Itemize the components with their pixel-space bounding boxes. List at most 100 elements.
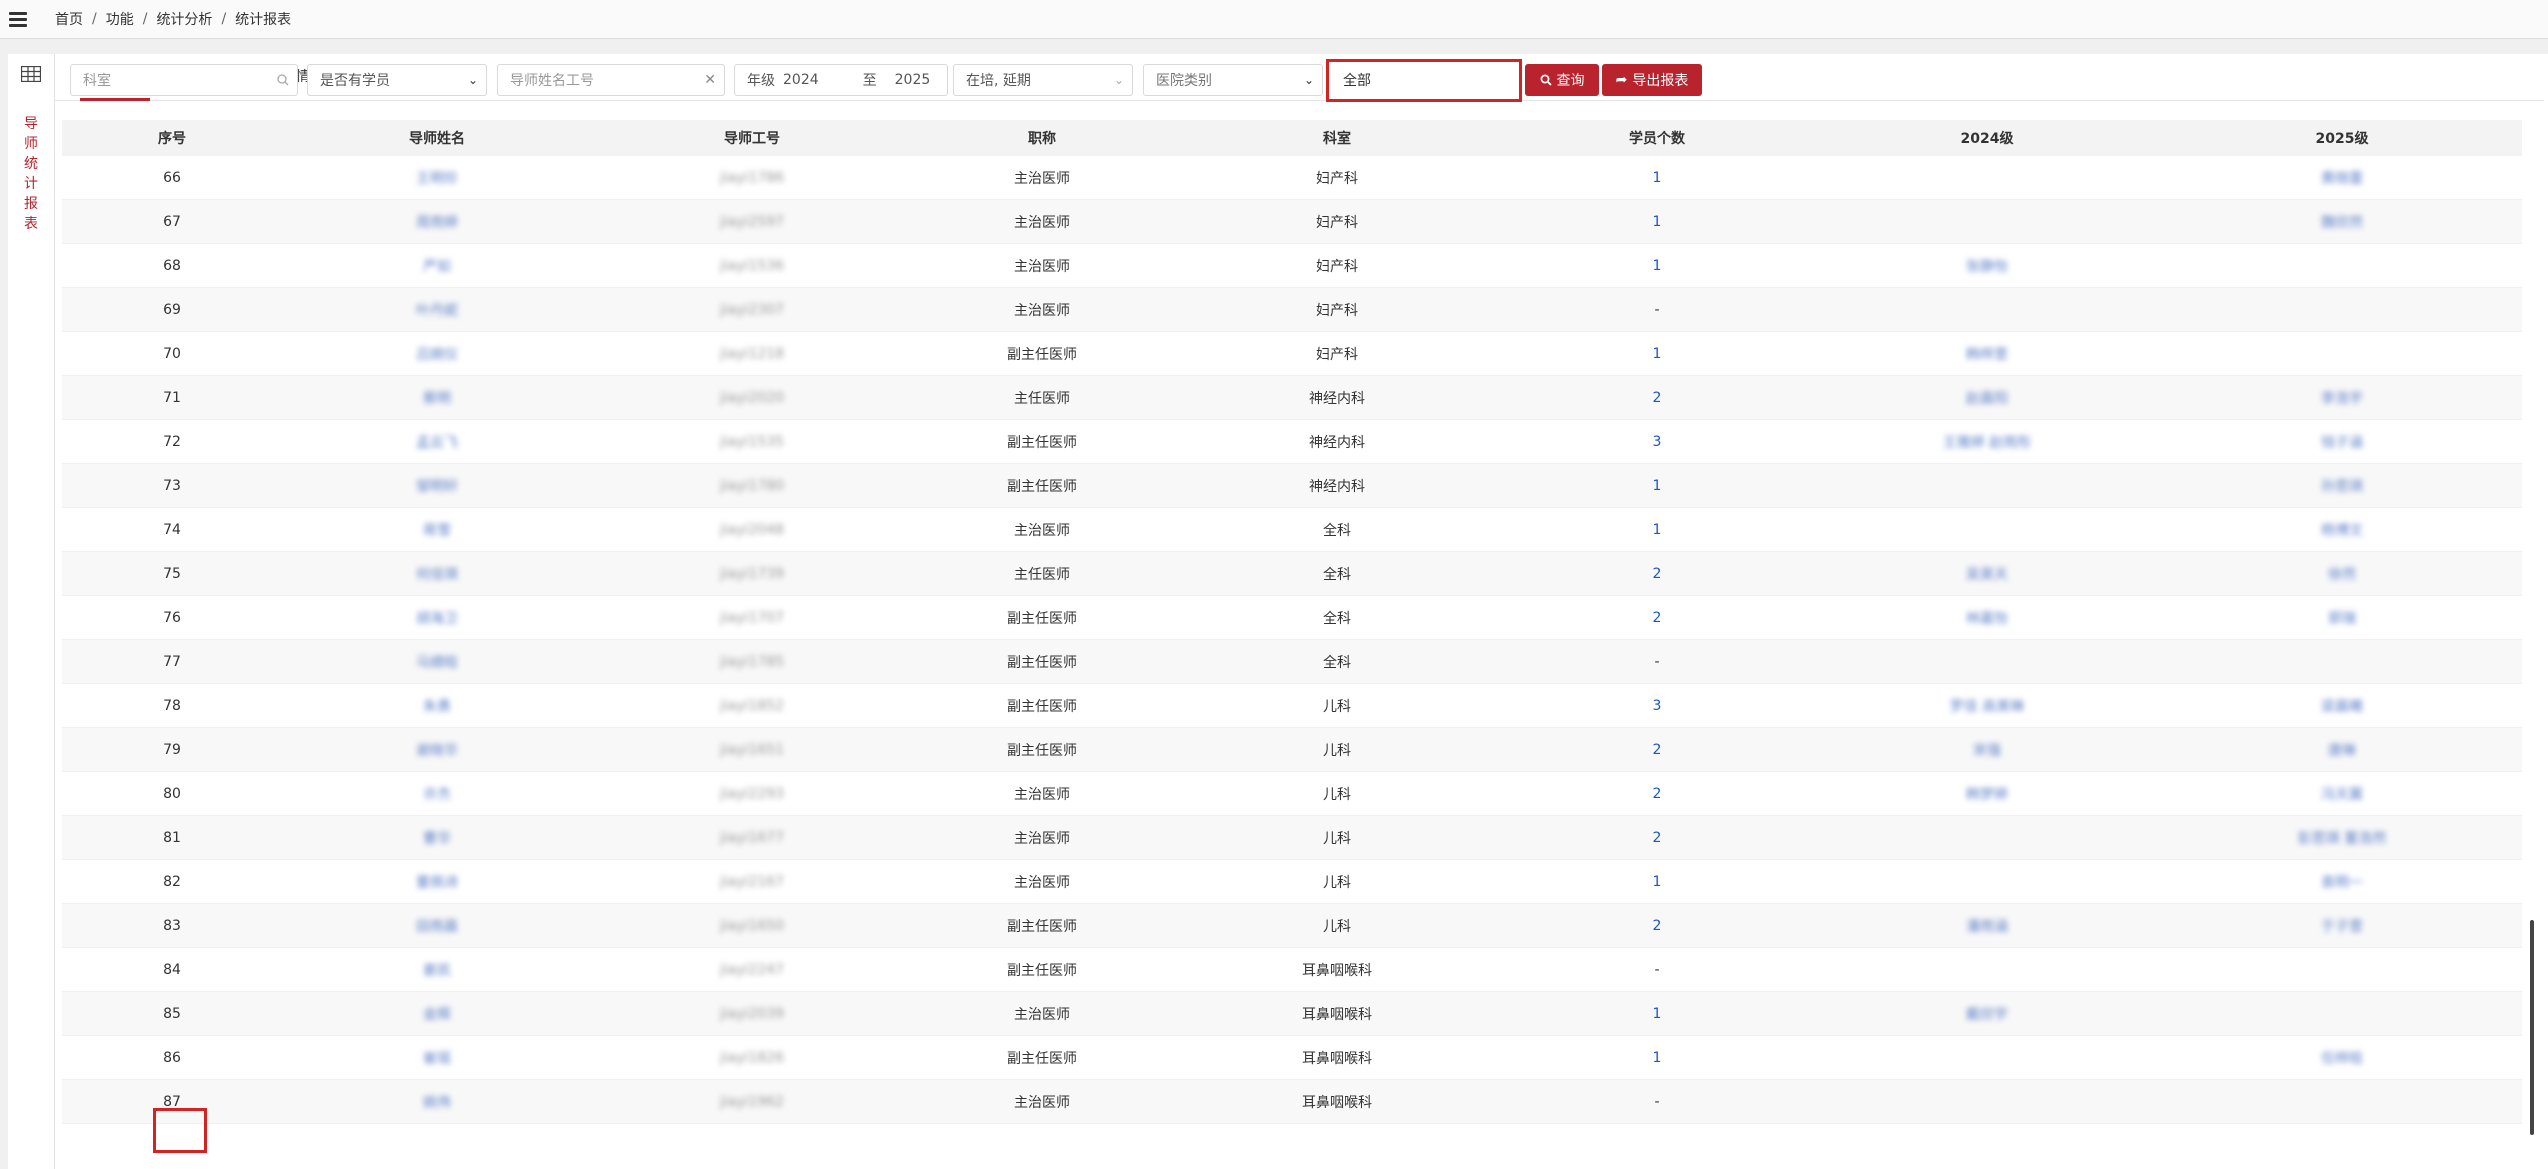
department-cell-text: 妇产科	[1316, 302, 1358, 319]
grade-2024-cell-text[interactable]: 张静怡	[1966, 259, 2008, 275]
grade-2024-cell-text[interactable]: 罗佳 高美琳	[1950, 699, 2024, 715]
tutor-name-cell: 严如	[282, 243, 592, 288]
tutor-name-cell-text[interactable]: 谢晓华	[416, 743, 458, 759]
grade-2025-cell-text[interactable]: 梁晨曦	[2321, 699, 2363, 715]
breadcrumb-home[interactable]: 首页	[55, 9, 83, 29]
tutor-name-cell-text[interactable]: 金辉	[423, 1007, 451, 1023]
department-cell-text: 妇产科	[1316, 346, 1358, 363]
export-report-button[interactable]: ➦ 导出报表	[1602, 64, 1702, 96]
row-number-cell-text: 74	[163, 521, 181, 538]
tutor-name-cell-text[interactable]: 田雨晨	[416, 919, 458, 935]
grade-2024-cell	[1812, 947, 2162, 992]
student-count-cell: 2	[1502, 771, 1812, 816]
grade-2025-cell-text[interactable]: 于子萱	[2321, 919, 2363, 935]
student-count-cell-text[interactable]: 2	[1653, 918, 1662, 934]
row-number-cell-text: 73	[163, 477, 181, 494]
student-count-cell-text[interactable]: 1	[1653, 258, 1662, 274]
grade-2025-cell-text[interactable]: 徐然	[2328, 567, 2356, 583]
tutor-id-cell-text: jiayi1826	[719, 1049, 785, 1066]
tutor-name-cell-text[interactable]: 马婧晗	[416, 655, 458, 671]
row-number-cell-text: 82	[163, 873, 181, 890]
student-count-cell-text[interactable]: 1	[1653, 214, 1662, 230]
has-student-select[interactable]: 是否有学员 ⌄	[307, 64, 487, 96]
department-cell-text: 妇产科	[1316, 170, 1358, 187]
grade-2024-cell-text[interactable]: 宋强	[1973, 743, 2001, 759]
student-count-cell-text[interactable]: 1	[1653, 1050, 1662, 1066]
tutor-name-cell: 蔡明	[282, 375, 592, 420]
grade-2025-cell-text[interactable]: 唐琳	[2328, 743, 2356, 759]
student-count-cell-text[interactable]: 2	[1653, 566, 1662, 582]
tutor-name-cell-text[interactable]: 邹明轩	[416, 479, 458, 495]
grade-2024-cell-text[interactable]: 赵晨阳	[1966, 391, 2008, 407]
student-count-cell-text[interactable]: 2	[1653, 786, 1662, 802]
grade-2025-cell-text[interactable]: 彭思琪 董浩然	[2298, 831, 2386, 847]
grade-2024-cell-text[interactable]: 韩梦婷	[1966, 787, 2008, 803]
grade-2024-cell-text[interactable]: 林嘉怡	[1966, 611, 2008, 627]
grade-2025-cell-text[interactable]: 钱子涵	[2321, 435, 2363, 451]
row-number-cell: 87	[62, 1079, 282, 1124]
grade-2024-cell-text[interactable]: 戴欣宇	[1966, 1007, 2008, 1023]
grade-2025-cell-text[interactable]: 孙思琪	[2321, 479, 2363, 495]
tutor-name-cell-text[interactable]: 叶丹妮	[416, 303, 458, 319]
grade-2024-cell-text[interactable]: 潘雨涵	[1966, 919, 2008, 935]
grade-2025-cell-text[interactable]: 李浩宇	[2321, 391, 2363, 407]
student-count-cell-text[interactable]: 1	[1653, 1006, 1662, 1022]
grade-2025-cell-text[interactable]: 杨博文	[2321, 523, 2363, 539]
row-number-cell: 83	[62, 903, 282, 948]
tutor-name-cell-text[interactable]: 王明珍	[416, 171, 458, 187]
tutor-name-cell-text[interactable]: 严如	[423, 259, 451, 275]
department-field[interactable]: 科室	[70, 64, 298, 96]
grade-2024-cell-text[interactable]: 韩梓萱	[1966, 347, 2008, 363]
tutor-name-cell-text[interactable]: 姜凯	[423, 963, 451, 979]
tutor-name-cell-text[interactable]: 董佩诗	[416, 875, 458, 891]
clear-icon[interactable]: ✕	[704, 65, 716, 95]
student-count-cell-text[interactable]: 1	[1653, 170, 1662, 186]
grade-2025-cell-text[interactable]: 袁明一	[2321, 875, 2363, 891]
scope-select[interactable]: 全部	[1331, 64, 1519, 96]
tutor-name-id-input[interactable]: 导师姓名工号 ✕	[497, 64, 725, 96]
department-cell: 妇产科	[1172, 243, 1502, 288]
breadcrumb-statistics[interactable]: 统计分析	[156, 9, 212, 29]
chevron-down-icon: ⌄	[1113, 73, 1124, 87]
student-count-cell-text[interactable]: 1	[1653, 874, 1662, 890]
tutor-name-cell-text[interactable]: 孟云飞	[416, 435, 458, 451]
table-grid-icon[interactable]	[21, 66, 41, 82]
search-icon	[277, 65, 289, 95]
grade-2024-cell-text[interactable]: 吴昊天	[1966, 567, 2008, 583]
query-button[interactable]: 查询	[1525, 64, 1599, 96]
grade-2024-cell-text[interactable]: 王雅婷 赵雨彤	[1943, 435, 2031, 451]
tutor-name-cell-text[interactable]: 蒋雪	[423, 523, 451, 539]
grade-2025-cell-text[interactable]: 魏欣然	[2321, 215, 2363, 231]
tutor-name-cell-text[interactable]: 周雨婷	[416, 215, 458, 231]
tutor-name-cell-text[interactable]: 朱勇	[423, 699, 451, 715]
grade-2025-cell-text[interactable]: 冯天翼	[2321, 787, 2363, 803]
student-count-cell-text[interactable]: 2	[1653, 610, 1662, 626]
scrollbar-thumb[interactable]	[2530, 920, 2534, 1135]
student-count-cell-text[interactable]: 2	[1653, 830, 1662, 846]
student-count-cell-text[interactable]: 1	[1653, 346, 1662, 362]
tutor-name-cell-text[interactable]: 姚伟	[423, 1095, 451, 1111]
tutor-name-cell-text[interactable]: 崔瑶	[423, 1051, 451, 1067]
breadcrumb-function[interactable]: 功能	[106, 9, 134, 29]
grade-range-picker[interactable]: 年级 2024 至 2025	[734, 64, 948, 96]
student-count-cell-text[interactable]: 1	[1653, 522, 1662, 538]
menu-toggle-icon[interactable]	[9, 11, 27, 27]
student-count-cell-text[interactable]: 2	[1653, 390, 1662, 406]
tutor-name-cell-text[interactable]: 蔡明	[423, 391, 451, 407]
hospital-category-select[interactable]: 医院类别 ⌄	[1143, 64, 1323, 96]
tutor-name-cell-text[interactable]: 何佳琪	[416, 567, 458, 583]
training-status-select[interactable]: 在培, 延期 ⌄	[953, 64, 1133, 96]
tutor-name-cell-text[interactable]: 许杰	[423, 787, 451, 803]
tutor-name-cell-text[interactable]: 胡海卫	[416, 611, 458, 627]
department-cell: 神经内科	[1172, 419, 1502, 464]
student-count-cell-text[interactable]: 1	[1653, 478, 1662, 494]
grade-2025-cell-text[interactable]: 郭瑞	[2328, 611, 2356, 627]
grade-2025-cell-text[interactable]: 任梓晗	[2321, 1051, 2363, 1067]
tutor-name-cell-text[interactable]: 吕婉仪	[416, 347, 458, 363]
table-row: 70 吕婉仪 jiayi1218 副主任医师 妇产科 1 韩梓萱	[62, 331, 2522, 376]
grade-2025-cell-text[interactable]: 黄晓蕾	[2321, 171, 2363, 187]
student-count-cell-text[interactable]: 3	[1653, 434, 1662, 450]
student-count-cell-text[interactable]: 3	[1653, 698, 1662, 714]
student-count-cell-text[interactable]: 2	[1653, 742, 1662, 758]
tutor-name-cell-text[interactable]: 曹华	[423, 831, 451, 847]
